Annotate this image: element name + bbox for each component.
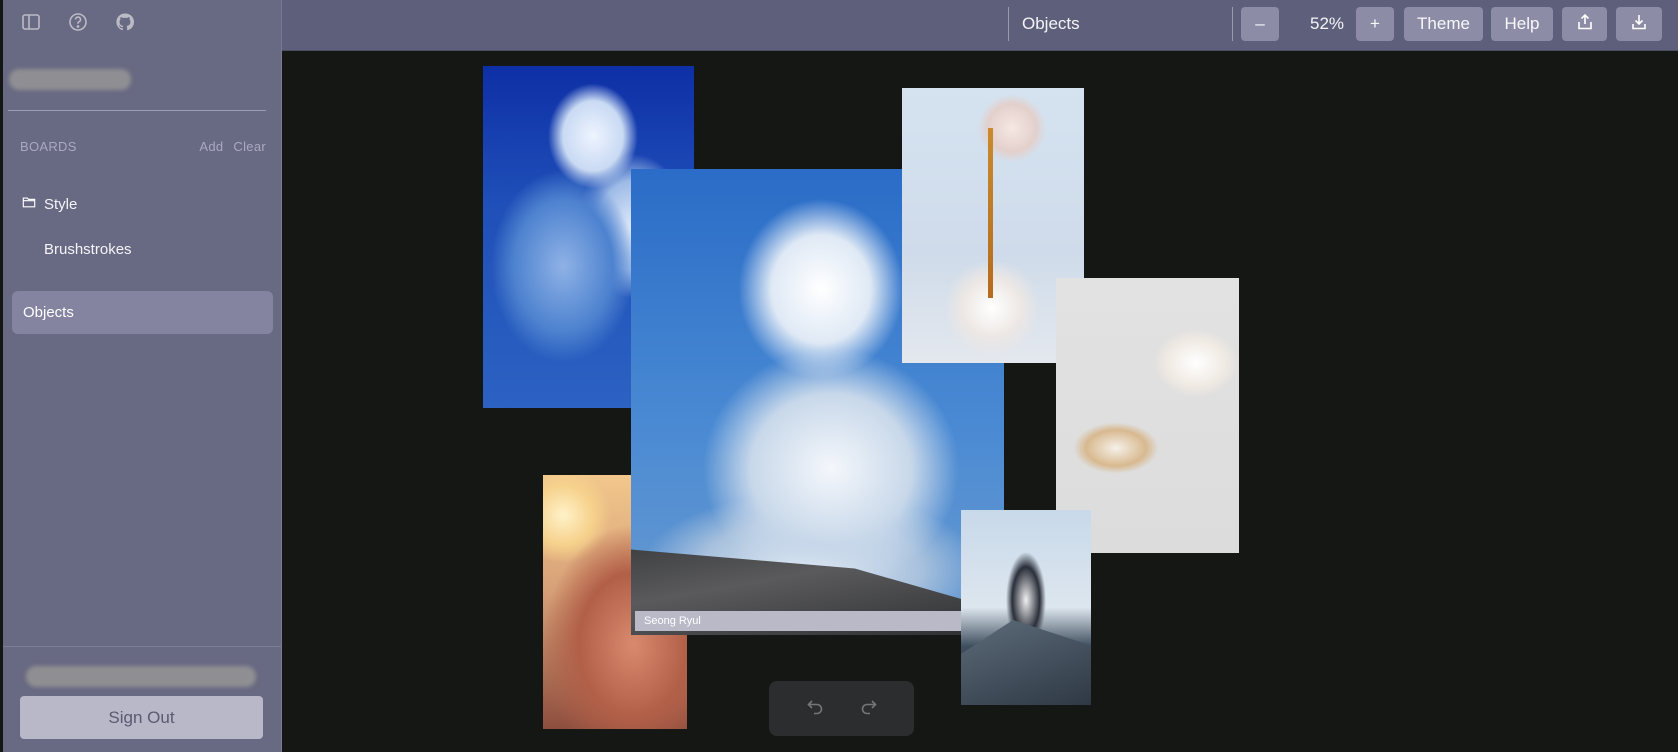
topbar: Objects – 52% + Theme Help (282, 0, 1678, 51)
boards-heading: BOARDS (20, 139, 77, 154)
sidebar: BOARDS Add Clear Style Brushstrokes Obje… (3, 0, 282, 752)
redo-icon[interactable] (860, 697, 878, 720)
sign-out-button[interactable]: Sign Out (20, 696, 263, 739)
sidebar-item-style[interactable]: Style (22, 195, 77, 213)
help-button[interactable]: Help (1491, 7, 1553, 41)
image-caption: Seong Ryul (635, 611, 965, 631)
board-title: Objects (1022, 14, 1080, 33)
zoom-level: 52% (1309, 14, 1345, 33)
redacted-username (9, 69, 131, 90)
theme-button[interactable]: Theme (1404, 7, 1483, 41)
clear-boards-button[interactable]: Clear (233, 139, 266, 154)
sidebar-bottom-divider (3, 646, 281, 647)
add-board-button[interactable]: Add (199, 139, 223, 154)
download-icon (1630, 13, 1648, 36)
sidebar-item-label: Brushstrokes (44, 241, 132, 258)
canvas-image-man-rooftop[interactable] (961, 510, 1091, 705)
zoom-in-button[interactable]: + (1356, 7, 1394, 41)
boards-header: BOARDS Add Clear (20, 139, 266, 154)
sidebar-item-label: Objects (23, 304, 74, 321)
folder-icon (22, 195, 36, 213)
tea-stream (988, 128, 993, 298)
sidebar-item-objects[interactable]: Objects (12, 291, 273, 334)
undo-icon[interactable] (806, 697, 824, 720)
redacted-email (26, 666, 256, 687)
topbar-separator (1008, 7, 1009, 41)
help-icon[interactable] (67, 11, 89, 33)
history-controls (769, 681, 914, 736)
sidebar-toggle-icon[interactable] (20, 11, 42, 33)
sidebar-item-brushstrokes[interactable]: Brushstrokes (44, 241, 132, 258)
github-icon[interactable] (114, 11, 136, 33)
share-icon (1576, 13, 1594, 36)
download-button[interactable] (1616, 7, 1662, 41)
rooftop-shape (961, 620, 1091, 705)
sidebar-divider (8, 110, 266, 111)
share-button[interactable] (1562, 7, 1607, 41)
sidebar-icon-row (20, 11, 136, 33)
sidebar-item-label: Style (44, 195, 78, 213)
zoom-out-button[interactable]: – (1241, 7, 1279, 41)
topbar-separator (1232, 7, 1233, 41)
